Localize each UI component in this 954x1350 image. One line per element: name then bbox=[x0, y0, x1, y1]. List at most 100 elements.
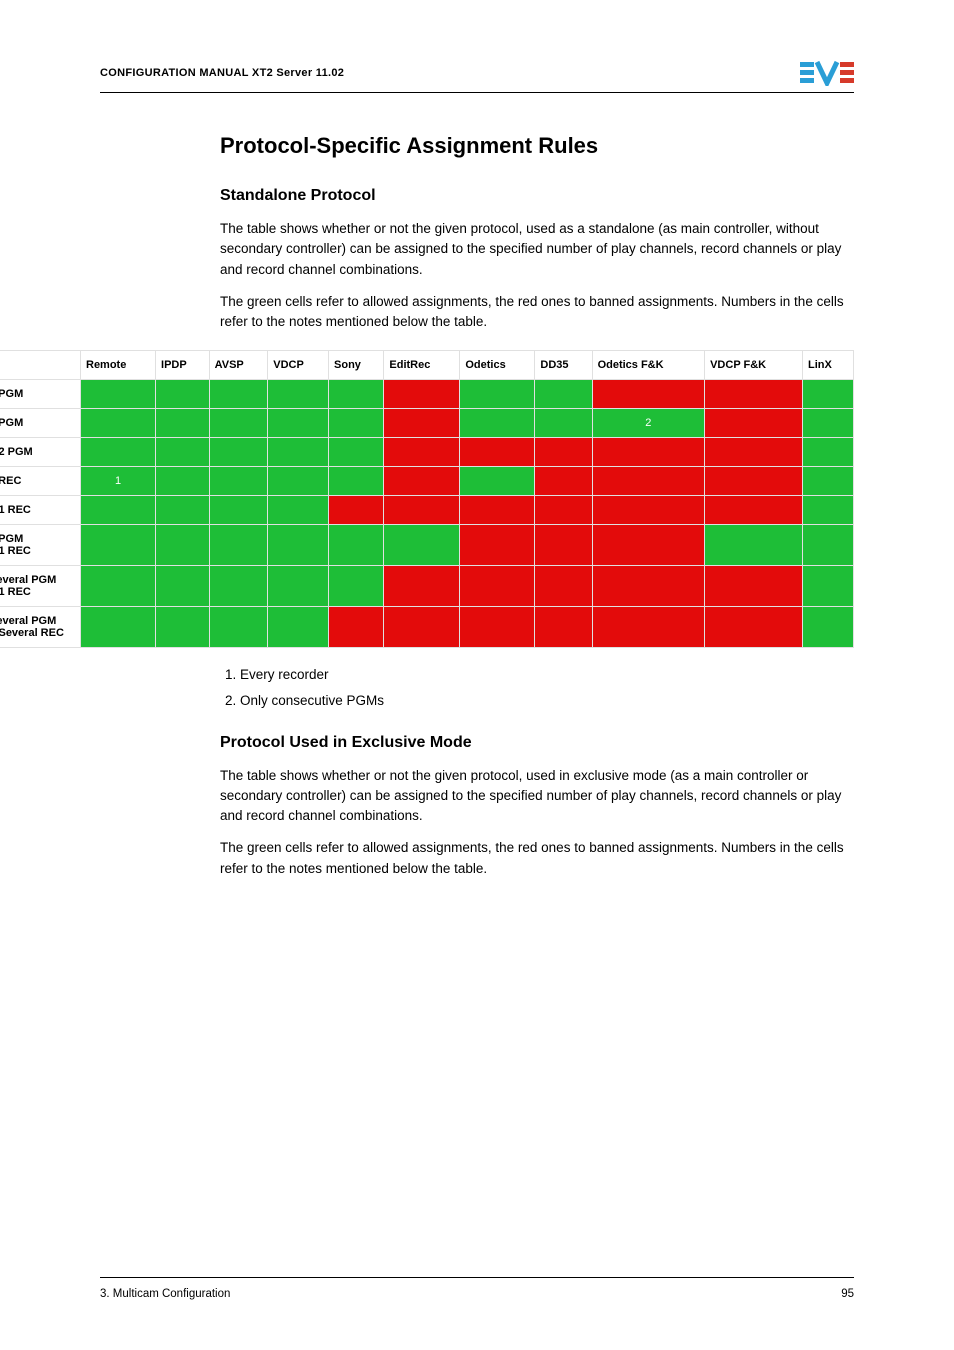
table-cell bbox=[81, 607, 156, 648]
table-cell bbox=[705, 438, 803, 467]
table-cell bbox=[156, 525, 210, 566]
table-cell bbox=[705, 607, 803, 648]
table-cell bbox=[535, 496, 592, 525]
table-row: 1 PGM+ 1 REC bbox=[0, 525, 854, 566]
table-cell bbox=[329, 467, 384, 496]
table-cell bbox=[535, 438, 592, 467]
table-cell bbox=[81, 409, 156, 438]
table-row-header: Several PGM+ 1 REC bbox=[0, 566, 81, 607]
table-cell bbox=[156, 438, 210, 467]
table-cell bbox=[156, 566, 210, 607]
table-cell bbox=[535, 380, 592, 409]
note-2: Only consecutive PGMs bbox=[240, 688, 854, 714]
section1-heading: Standalone Protocol bbox=[220, 187, 854, 205]
table-cell bbox=[268, 566, 329, 607]
table-col-header: IPDP bbox=[156, 351, 210, 380]
table-cell bbox=[460, 607, 535, 648]
table-col-header: Odetics bbox=[460, 351, 535, 380]
table-row: 1 PGM bbox=[0, 380, 854, 409]
table-col-header: DD35 bbox=[535, 351, 592, 380]
table-cell bbox=[329, 438, 384, 467]
table-cell: 2 bbox=[592, 409, 705, 438]
table-cell bbox=[209, 496, 268, 525]
assignment-table: RemoteIPDPAVSPVDCPSonyEditRecOdeticsDD35… bbox=[0, 350, 854, 648]
table-cell: 1 bbox=[81, 467, 156, 496]
table-cell bbox=[535, 566, 592, 607]
table-row-header: 1 REC bbox=[0, 467, 81, 496]
table-cell bbox=[705, 525, 803, 566]
table-cell bbox=[329, 380, 384, 409]
table-cell bbox=[329, 496, 384, 525]
footer-left: 3. Multicam Configuration bbox=[100, 1288, 230, 1300]
section2-para1: The table shows whether or not the given… bbox=[220, 766, 854, 827]
table-col-header: EditRec bbox=[384, 351, 460, 380]
page: CONFIGURATION MANUAL XT2 Server 11.02 Pr… bbox=[0, 0, 954, 1350]
content-area: Protocol-Specific Assignment Rules Stand… bbox=[220, 133, 854, 332]
table-cell bbox=[592, 438, 705, 467]
table-cell bbox=[156, 380, 210, 409]
section2-heading: Protocol Used in Exclusive Mode bbox=[220, 734, 854, 752]
table-row-header: > 2 PGM bbox=[0, 438, 81, 467]
table-col-header: LinX bbox=[803, 351, 854, 380]
table-cell bbox=[156, 607, 210, 648]
table-cell bbox=[329, 566, 384, 607]
table-cell bbox=[460, 525, 535, 566]
table-cell bbox=[81, 525, 156, 566]
table-cell bbox=[156, 467, 210, 496]
table-cell bbox=[209, 566, 268, 607]
table-cell bbox=[592, 525, 705, 566]
table-cell bbox=[705, 409, 803, 438]
table-row-header: 2 PGM bbox=[0, 409, 81, 438]
section1-para1: The table shows whether or not the given… bbox=[220, 219, 854, 280]
table-cell bbox=[81, 438, 156, 467]
table-cell bbox=[268, 496, 329, 525]
table-col-header: Odetics F&K bbox=[592, 351, 705, 380]
table-row: > 1 REC bbox=[0, 496, 854, 525]
table-cell bbox=[705, 467, 803, 496]
table-notes: Every recorder Only consecutive PGMs bbox=[240, 662, 854, 713]
table-header-row: RemoteIPDPAVSPVDCPSonyEditRecOdeticsDD35… bbox=[0, 351, 854, 380]
table-col-header: AVSP bbox=[209, 351, 268, 380]
table-cell bbox=[156, 409, 210, 438]
table-cell bbox=[268, 525, 329, 566]
table-cell bbox=[209, 409, 268, 438]
table-cell bbox=[803, 496, 854, 525]
table-cell bbox=[803, 438, 854, 467]
page-footer: 3. Multicam Configuration 95 bbox=[100, 1277, 854, 1300]
table-cell bbox=[535, 409, 592, 438]
table-cell bbox=[384, 525, 460, 566]
table-cell bbox=[803, 380, 854, 409]
table-cell bbox=[803, 566, 854, 607]
section2-para2: The green cells refer to allowed assignm… bbox=[220, 838, 854, 879]
table-col-header bbox=[0, 351, 81, 380]
table-cell bbox=[209, 525, 268, 566]
table-col-header: Sony bbox=[329, 351, 384, 380]
table-cell bbox=[803, 525, 854, 566]
table-cell bbox=[460, 380, 535, 409]
page-header: CONFIGURATION MANUAL XT2 Server 11.02 bbox=[100, 60, 854, 93]
assignment-table-wrapper: RemoteIPDPAVSPVDCPSonyEditRecOdeticsDD35… bbox=[0, 350, 854, 648]
table-cell bbox=[209, 438, 268, 467]
table-cell bbox=[268, 438, 329, 467]
table-row-header: > 1 REC bbox=[0, 496, 81, 525]
table-cell bbox=[705, 496, 803, 525]
evs-logo-icon bbox=[800, 60, 854, 86]
table-cell bbox=[705, 566, 803, 607]
table-cell bbox=[156, 496, 210, 525]
table-cell bbox=[592, 566, 705, 607]
header-title: CONFIGURATION MANUAL XT2 Server 11.02 bbox=[100, 67, 344, 79]
table-row-header: 1 PGM+ 1 REC bbox=[0, 525, 81, 566]
table-cell bbox=[329, 607, 384, 648]
table-cell bbox=[384, 438, 460, 467]
table-cell bbox=[209, 380, 268, 409]
table-cell bbox=[268, 607, 329, 648]
table-cell bbox=[460, 409, 535, 438]
table-cell bbox=[592, 496, 705, 525]
table-cell bbox=[81, 496, 156, 525]
table-cell bbox=[535, 467, 592, 496]
table-col-header: VDCP bbox=[268, 351, 329, 380]
table-row: Several PGM+ 1 REC bbox=[0, 566, 854, 607]
table-cell bbox=[460, 467, 535, 496]
table-cell bbox=[384, 496, 460, 525]
table-body: 1 PGM2 PGM 2 > 2 PGM1 REC1> 1 REC1 PGM+ 1 … bbox=[0, 380, 854, 648]
